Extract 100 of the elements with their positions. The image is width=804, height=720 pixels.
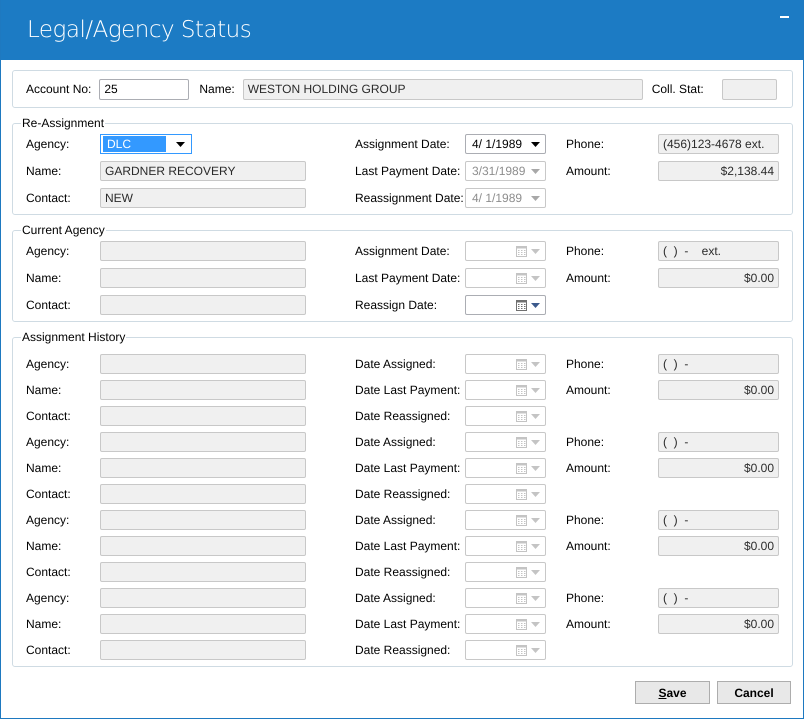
caret-icon <box>531 414 540 418</box>
field-label: Date Assigned: <box>355 591 437 605</box>
field-label: Date Reassigned: <box>355 487 452 501</box>
text-field[interactable]: WESTON HOLDING GROUP <box>242 78 643 100</box>
field-label: Name: <box>26 539 62 553</box>
text-field[interactable]: $0.00 <box>658 380 779 400</box>
field-label: Date Last Payment: <box>355 617 462 631</box>
text-field[interactable]: 25 <box>99 78 190 100</box>
date-picker[interactable] <box>465 295 546 315</box>
calendar-icon <box>516 272 527 284</box>
field-label: Date Assigned: <box>355 435 437 449</box>
calendar-icon <box>516 246 527 256</box>
text-field[interactable]: ( ) - ext. <box>658 241 779 261</box>
text-field[interactable]: NEW <box>100 188 306 208</box>
field-label: Date Assigned: <box>355 513 437 527</box>
caret-icon <box>176 142 185 146</box>
caret-icon <box>531 362 540 366</box>
field-label: Amount: <box>566 164 612 178</box>
field-label: Amount: <box>566 461 612 475</box>
minimize-button[interactable] <box>780 16 789 18</box>
text-field[interactable]: $2,138.44 <box>658 161 779 181</box>
field-label: Name: <box>26 271 62 285</box>
field-label: Contact: <box>26 565 72 579</box>
text-field[interactable] <box>100 484 306 504</box>
field-label: Name: <box>26 164 62 178</box>
field-label: Reassignment Date: <box>355 191 465 205</box>
caret-icon <box>531 440 540 444</box>
field-label: Account No: <box>26 82 92 96</box>
text-field[interactable] <box>100 295 306 315</box>
field-label: Phone: <box>566 357 606 371</box>
save-button[interactable]: Save <box>635 681 710 704</box>
field-label: Agency: <box>26 137 70 151</box>
text-field[interactable]: ( ) - <box>658 510 779 530</box>
calendar-icon <box>516 462 527 474</box>
field-label: Contact: <box>26 298 72 312</box>
text-field[interactable]: $0.00 <box>658 536 779 556</box>
minimize-icon <box>780 16 789 18</box>
caret-icon <box>531 388 540 392</box>
text-field[interactable] <box>100 380 306 400</box>
group-title: Current Agency <box>21 223 106 237</box>
text-field[interactable]: $0.00 <box>658 614 779 634</box>
caret-icon <box>531 196 540 200</box>
field-label: Amount: <box>566 539 612 553</box>
text-field[interactable] <box>722 78 777 100</box>
cancel-button[interactable]: Cancel <box>717 681 791 704</box>
text-field[interactable] <box>100 268 306 288</box>
field-label: Agency: <box>26 244 70 258</box>
text-field[interactable]: $0.00 <box>658 268 779 288</box>
field-label: Coll. Stat: <box>652 82 704 96</box>
field-label: Name: <box>26 461 62 475</box>
window-title: Legal/Agency Status <box>27 17 252 43</box>
text-field[interactable] <box>100 458 306 478</box>
field-label: Date Reassigned: <box>355 565 452 579</box>
caret-icon <box>531 518 540 522</box>
text-field[interactable] <box>100 614 306 634</box>
caret-icon <box>531 544 540 548</box>
field-label: Contact: <box>26 409 72 423</box>
text-field[interactable] <box>100 562 306 582</box>
caret-icon <box>531 622 540 626</box>
text-field[interactable]: ( ) - <box>658 588 779 608</box>
field-label: Contact: <box>26 643 72 657</box>
date-picker[interactable]: 4/ 1/1989 <box>465 134 546 154</box>
text-field[interactable] <box>100 640 306 660</box>
text-field[interactable] <box>100 406 306 426</box>
text-field[interactable]: $0.00 <box>658 458 779 478</box>
text-field[interactable] <box>100 241 306 261</box>
calendar-icon <box>516 618 527 630</box>
field-label: Contact: <box>26 487 72 501</box>
field-label: Assignment Date: <box>355 137 451 151</box>
text-field[interactable] <box>100 510 306 530</box>
text-field[interactable]: GARDNER RECOVERY <box>100 161 306 181</box>
calendar-icon <box>516 358 527 370</box>
field-label: Date Last Payment: <box>355 539 462 553</box>
field-label: Agency: <box>26 591 70 605</box>
field-label: Assignment Date: <box>355 244 451 258</box>
caret-icon <box>531 302 540 308</box>
text-field[interactable] <box>100 588 306 608</box>
text-field[interactable] <box>100 536 306 556</box>
text-field[interactable]: (456)123-4678 ext. <box>658 134 779 154</box>
field-label: Date Reassigned: <box>355 643 452 657</box>
field-label: Date Assigned: <box>355 357 437 371</box>
calendar-icon <box>516 300 527 310</box>
field-label: Phone: <box>566 244 606 258</box>
field-label: Last Payment Date: <box>355 271 462 285</box>
field-label: Name: <box>26 617 62 631</box>
field-label: Amount: <box>566 617 612 631</box>
calendar-icon <box>516 644 527 656</box>
text-field[interactable] <box>100 354 306 374</box>
caret-icon <box>531 492 540 496</box>
field-label: Amount: <box>566 271 612 285</box>
field-label: Name: <box>199 82 235 96</box>
calendar-icon <box>516 514 527 526</box>
text-field[interactable]: ( ) - <box>658 432 779 452</box>
field-label: Date Reassigned: <box>355 409 452 423</box>
field-label: Agency: <box>26 435 70 449</box>
field-label: Phone: <box>566 435 606 449</box>
text-field[interactable] <box>100 432 306 452</box>
calendar-icon <box>516 592 527 604</box>
text-field[interactable]: ( ) - <box>658 354 779 374</box>
field-label: Contact: <box>26 191 72 205</box>
